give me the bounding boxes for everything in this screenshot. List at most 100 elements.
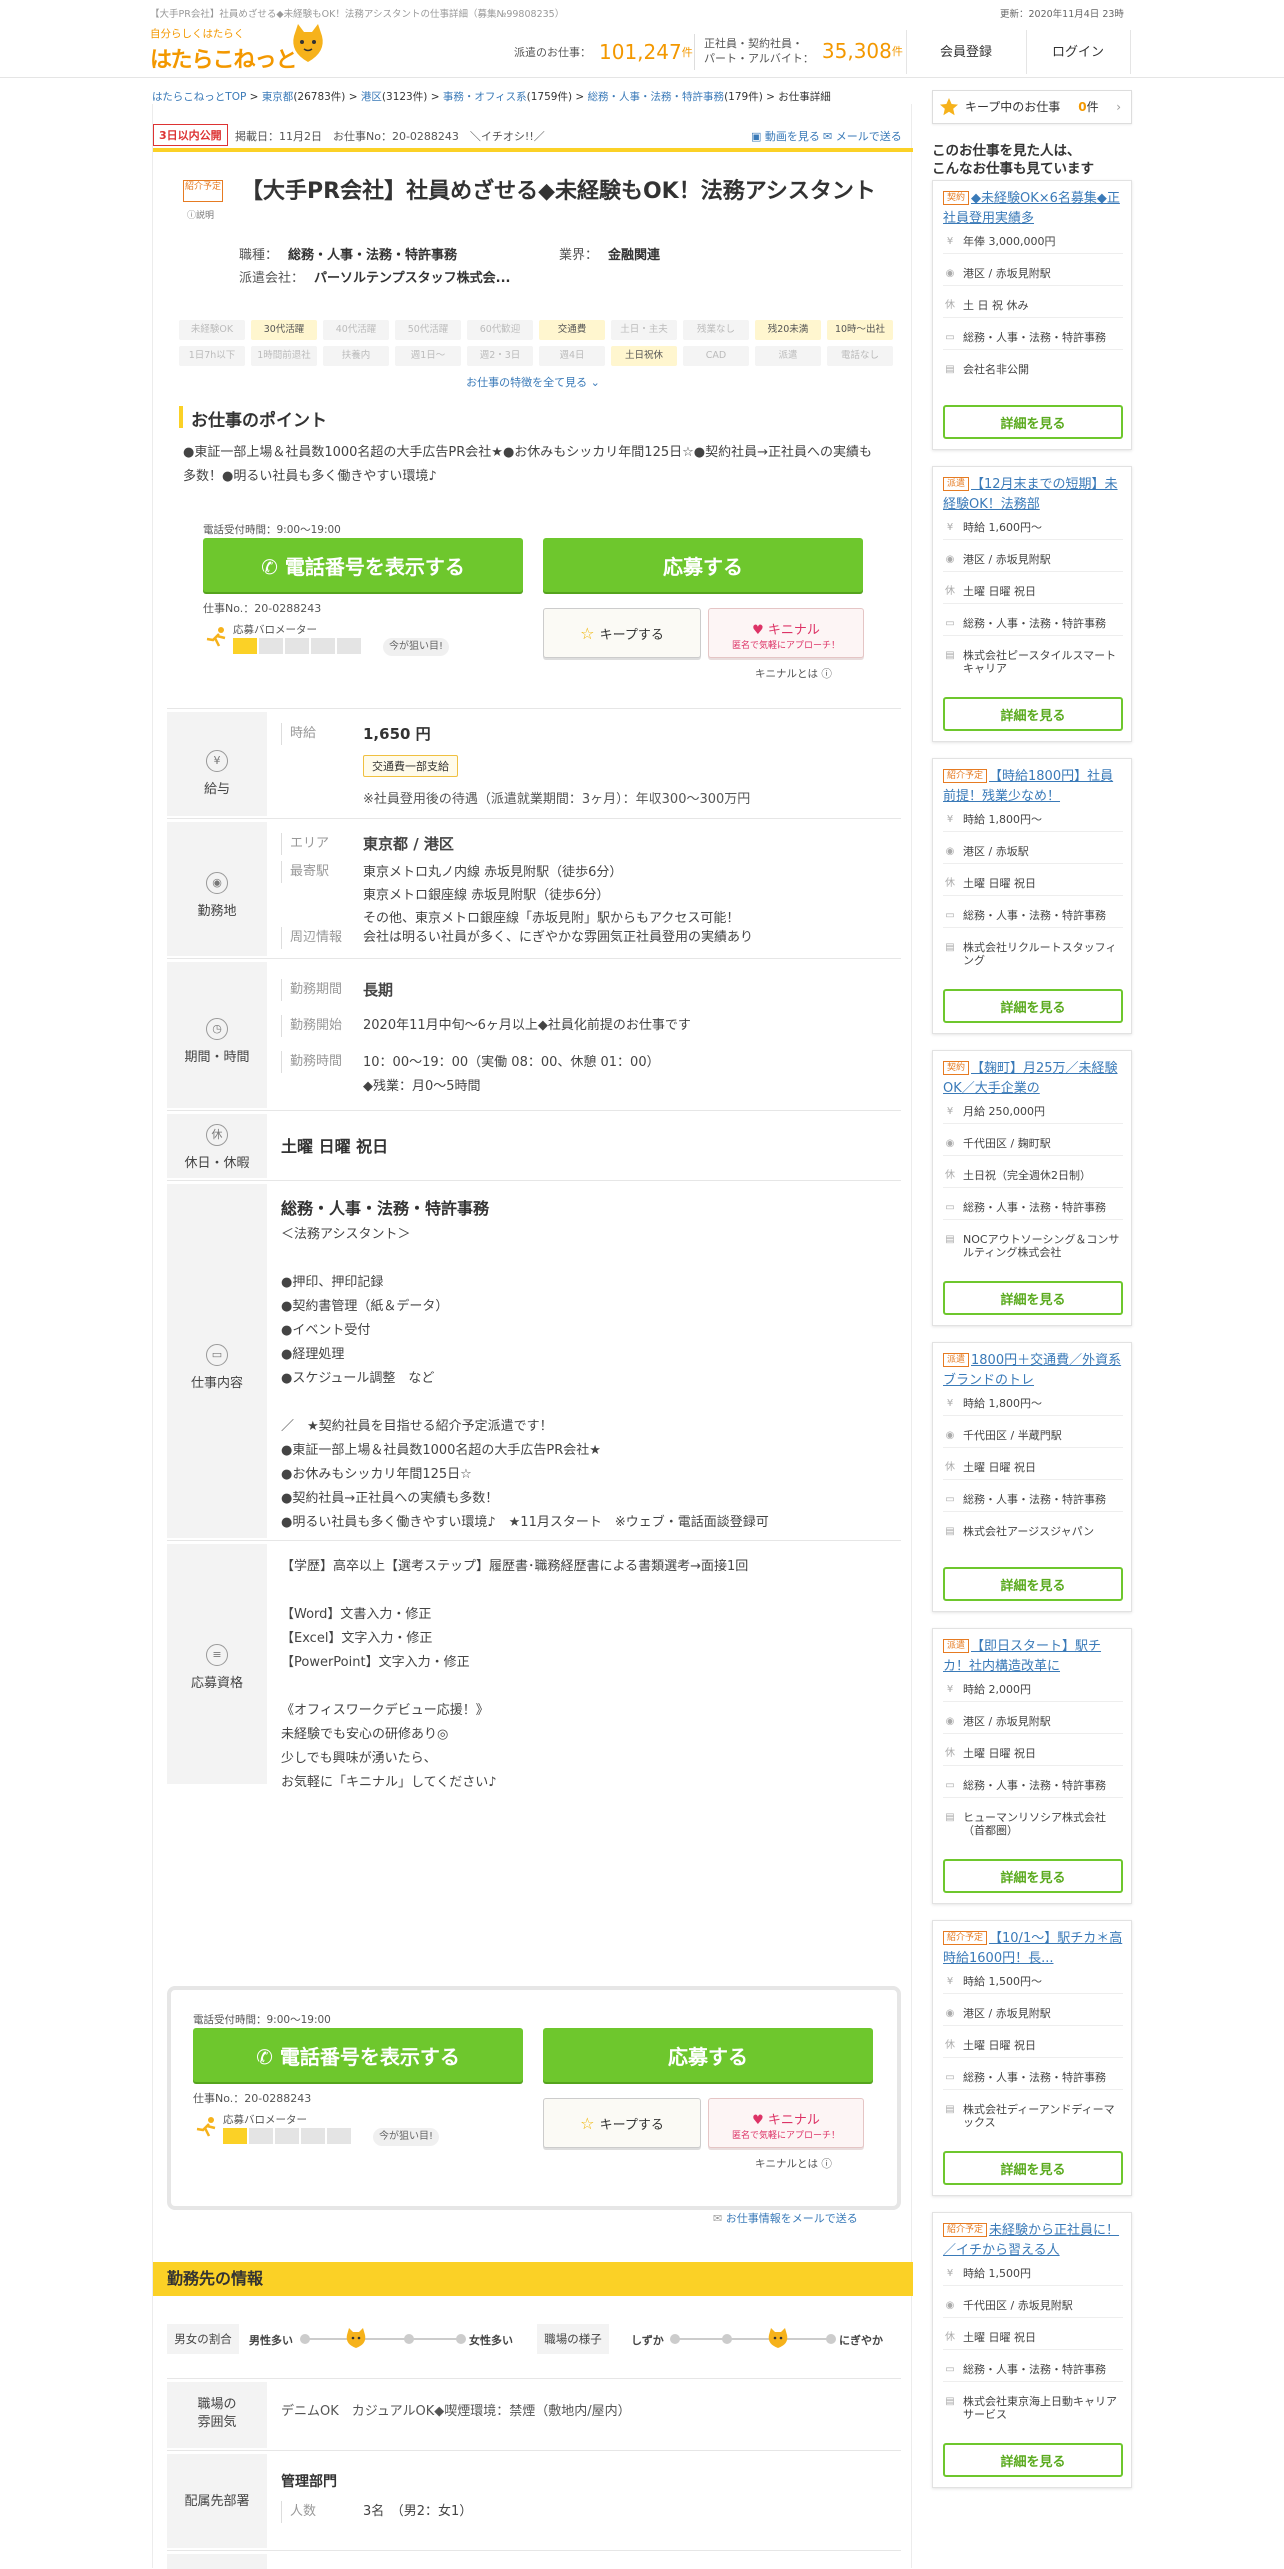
briefcase-icon: ▭ xyxy=(945,1780,955,1791)
breadcrumb-legal[interactable]: 総務・人事・法務・特許事務 xyxy=(588,91,725,103)
phone-hours: 電話受付時間：9:00～19:00 xyxy=(203,524,341,536)
apply-button[interactable]: 応募する xyxy=(543,538,863,592)
related-job-title[interactable]: 契約 ◆未経験OK×6名募集◆正社員登用実績多 xyxy=(943,189,1123,229)
related-job-hol: 休土曜 日曜 祝日 xyxy=(945,877,1036,890)
heart-icon: ♥ xyxy=(752,2113,768,2128)
related-job-detail-button[interactable]: 詳細を見る xyxy=(943,1281,1123,1315)
clock-icon: ◷ xyxy=(206,1018,228,1040)
workplace-mood: 職場の様子 しずか にぎやか xyxy=(537,2324,883,2354)
slider-dot xyxy=(404,2334,414,2344)
related-job-card: 派遣 【即日スタート】駅チカ！社内構造改革に ¥ 時給 2,000円 ◉ 港区 / 赤坂見… xyxy=(932,1628,1132,1904)
divider xyxy=(943,317,1123,318)
divider xyxy=(943,2381,1123,2382)
related-job-detail-button[interactable]: 詳細を見る xyxy=(943,1859,1123,1893)
divider xyxy=(943,1415,1123,1416)
related-job-loc: ◉ 港区 / 赤坂駅 xyxy=(943,845,1123,858)
briefcase-icon: ▭ xyxy=(945,1494,955,1505)
related-job-hol: 休土曜 日曜 祝日 xyxy=(945,2331,1036,2344)
related-job-pay: ¥ 年俸 3,000,000円 xyxy=(943,235,1123,248)
related-job-detail-button[interactable]: 詳細を見る xyxy=(943,1567,1123,1601)
header-top-text: 【大手PR会社】社員めざせる◆未経験もOK！法務アシスタントの仕事詳細（募集№9… xyxy=(150,9,565,20)
dispatch-job-count: 派遣のお仕事： 101,247件 xyxy=(514,40,693,64)
pin-icon: ◉ xyxy=(945,2300,955,2311)
related-job-title[interactable]: 派遣 【即日スタート】駅チカ！社内構造改革に xyxy=(943,1637,1123,1677)
yen-icon: ¥ xyxy=(946,1684,954,1695)
gender-ratio: 男女の割合 男性多い 女性多い xyxy=(167,2324,513,2354)
related-job-card: 契約 【麹町】月25万／未経験OK／大手企業の ¥ 月給 250,000円 ◉ 千代田区 … xyxy=(932,1050,1132,1326)
keep-button[interactable]: ☆ キープする xyxy=(543,608,701,658)
related-job-job: ▭ 総務・人事・法務・特許事務 xyxy=(943,1493,1123,1506)
login-button[interactable]: ログイン xyxy=(1026,30,1130,74)
feature-chip: CAD xyxy=(683,346,749,366)
divider xyxy=(943,635,1123,636)
apply-button[interactable]: 応募する xyxy=(543,2028,873,2082)
question-icon: ⓘ xyxy=(821,668,832,680)
keep-button[interactable]: ☆ キープする xyxy=(543,2098,701,2148)
keep-list-button[interactable]: キープ中のお仕事 0件 › xyxy=(932,90,1132,124)
related-job-pay: ¥ 時給 2,000円 xyxy=(943,1683,1123,1696)
work-label: ▭ 仕事内容 xyxy=(167,1184,267,1538)
barometer-bars xyxy=(233,638,373,654)
more-features-link[interactable]: お仕事の特徴を全て見る ⌄ xyxy=(153,374,913,390)
divider xyxy=(943,1765,1123,1766)
phone-icon: ✆ xyxy=(256,2044,280,2069)
site-header: 【大手PR会社】社員めざせる◆未経験もOK！法務アシスタントの仕事詳細（募集№9… xyxy=(0,0,1284,78)
related-job-detail-button[interactable]: 詳細を見る xyxy=(943,989,1123,1023)
building-icon: ▤ xyxy=(945,942,955,953)
divider xyxy=(943,539,1123,540)
explanation-link[interactable]: ⓘ説明 xyxy=(187,208,214,221)
related-job-title[interactable]: 契約 【麹町】月25万／未経験OK／大手企業の xyxy=(943,1059,1123,1099)
show-phone-button[interactable]: ✆ 電話番号を表示する xyxy=(203,538,523,592)
phone-hours: 電話受付時間：9:00～19:00 xyxy=(193,2014,331,2026)
related-job-title[interactable]: 紹介予定 【時給1800円】社員前提！残業少なめ！ xyxy=(943,767,1123,807)
location-label: ◉ 勤務地 xyxy=(167,822,267,956)
feature-chip: 電話なし xyxy=(827,346,893,366)
holiday-icon: 休 xyxy=(945,1170,955,1181)
related-job-pay: ¥ 時給 1,800円～ xyxy=(943,1397,1123,1410)
yen-icon: ¥ xyxy=(206,750,228,772)
divider xyxy=(943,895,1123,896)
mail-job-link[interactable]: ✉ お仕事情報をメールで送る xyxy=(713,2210,858,2226)
related-job-loc: ◉ 港区 / 赤坂見附駅 xyxy=(943,1715,1123,1728)
building-icon: ▤ xyxy=(945,364,955,375)
site-logo[interactable]: 自分らしくはたらく はたらこねっと xyxy=(150,24,330,73)
related-job-loc: ◉ 千代田区 / 半蔵門駅 xyxy=(943,1429,1123,1442)
related-job-title[interactable]: 紹介予定 未経験から正社員に！／イチから習える人 xyxy=(943,2221,1123,2261)
register-button[interactable]: 会員登録 xyxy=(906,30,1026,74)
related-job-detail-button[interactable]: 詳細を見る xyxy=(943,2151,1123,2185)
related-job-hol: 休土曜 日曜 祝日 xyxy=(945,1461,1036,1474)
star-icon xyxy=(940,98,958,116)
yen-icon: ¥ xyxy=(946,1106,954,1117)
feature-chip: 扶養内 xyxy=(323,346,389,366)
related-job-detail-button[interactable]: 詳細を見る xyxy=(943,2443,1123,2477)
divider xyxy=(943,1993,1123,1994)
related-job-title[interactable]: 派遣 1800円＋交通費／外資系ブランドのトレ xyxy=(943,1351,1123,1391)
related-job-loc: ◉ 千代田区 / 麹町駅 xyxy=(943,1137,1123,1150)
kininaru-help-link[interactable]: キニナルとは ⓘ xyxy=(755,2156,832,2171)
holiday-icon: 休 xyxy=(945,2332,955,2343)
breadcrumb-top[interactable]: はたらこねっとTOP xyxy=(152,91,246,103)
occupation: 職種： 総務・人事・法務・特許事務 xyxy=(239,248,458,263)
divider xyxy=(943,927,1123,928)
related-job-title[interactable]: 紹介予定 【10/1～】駅チカ＊高時給1600円！長... xyxy=(943,1929,1123,1969)
breadcrumb-minato[interactable]: 港区 xyxy=(361,91,382,103)
related-job-card: 紹介予定 【時給1800円】社員前提！残業少なめ！ ¥ 時給 1,800円～ ◉ 港区 /… xyxy=(932,758,1132,1034)
kininaru-button[interactable]: ♥ キニナル 匿名で気軽にアプローチ！ xyxy=(708,608,864,658)
kininaru-button[interactable]: ♥ キニナル 匿名で気軽にアプローチ！ xyxy=(708,2098,864,2148)
related-job-title[interactable]: 派遣 【12月末までの短期】未経験OK！法務部 xyxy=(943,475,1123,515)
breadcrumb-office[interactable]: 事務・オフィス系 xyxy=(443,91,527,103)
station-list: 東京メトロ丸ノ内線 赤坂見附駅（徒歩6分） 東京メトロ銀座線 赤坂見附駅（徒歩6… xyxy=(363,865,740,926)
job-number: 仕事No.：20-0288243 xyxy=(203,602,322,615)
show-phone-button[interactable]: ✆ 電話番号を表示する xyxy=(193,2028,523,2082)
kininaru-help-link[interactable]: キニナルとは ⓘ xyxy=(755,666,832,681)
breadcrumb-tokyo[interactable]: 東京都 xyxy=(262,91,294,103)
related-job-card: 派遣 【12月末までの短期】未経験OK！法務部 ¥ 時給 1,600円～ ◉ 港区 / 赤… xyxy=(932,466,1132,742)
related-job-detail-button[interactable]: 詳細を見る xyxy=(943,405,1123,439)
mail-send-link[interactable]: ✉ メールで送る xyxy=(823,128,902,144)
work-section: ▭ 仕事内容 総務・人事・法務・特許事務 ＜法務アシスタント＞ ●押印、押印記録 … xyxy=(167,1180,901,1540)
feature-chip: 週4日 xyxy=(539,346,605,366)
pin-icon: ◉ xyxy=(945,1430,955,1441)
related-job-detail-button[interactable]: 詳細を見る xyxy=(943,697,1123,731)
holiday-label: 休休日・休暇 xyxy=(167,1114,267,1178)
video-link[interactable]: ▣ 動画を見る xyxy=(751,128,820,144)
